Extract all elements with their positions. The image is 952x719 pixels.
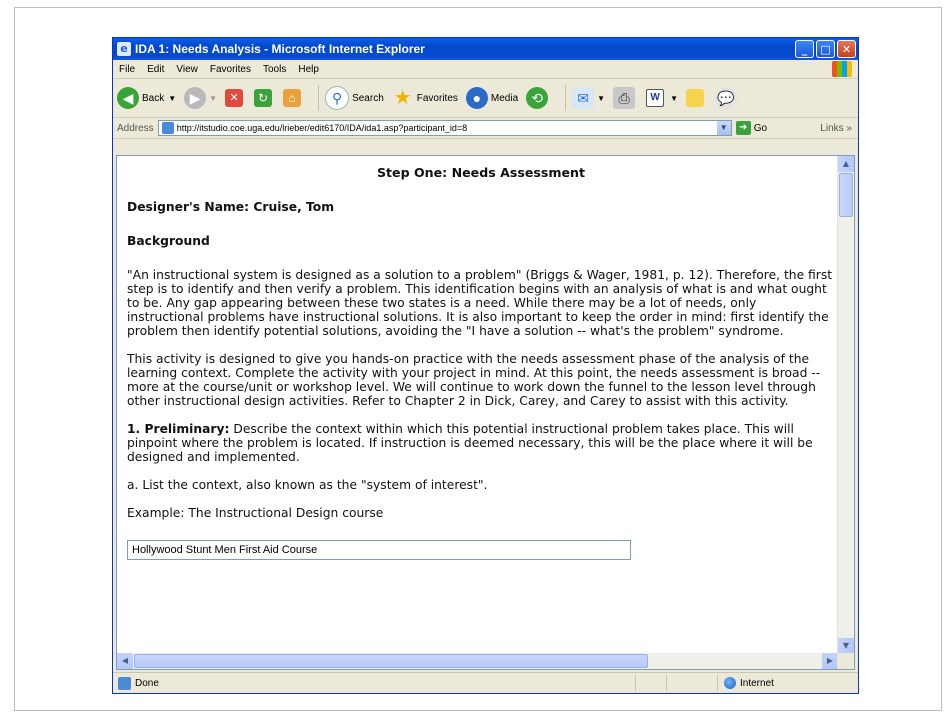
word-edit-icon: W: [646, 89, 665, 107]
messenger-button[interactable]: 💬: [714, 87, 740, 109]
ie-logo-icon: e: [117, 42, 131, 56]
status-cell: [665, 675, 697, 691]
context-input[interactable]: [127, 540, 631, 560]
internet-globe-icon: [724, 677, 736, 689]
favorites-button[interactable]: ★ Favorites: [392, 87, 458, 109]
page-viewport: Step One: Needs Assessment Designer's Na…: [116, 155, 855, 670]
horizontal-scrollbar[interactable]: ◀ ▶: [117, 653, 838, 669]
search-icon: ⚲: [325, 86, 350, 110]
page-title: Step One: Needs Assessment: [376, 165, 586, 180]
close-button[interactable]: ✕: [837, 40, 856, 58]
forward-dropdown-icon[interactable]: ▼: [209, 94, 217, 103]
address-input[interactable]: http://itstudio.coe.uga.edu/lrieber/edit…: [157, 120, 732, 136]
windows-logo-icon: [832, 61, 852, 77]
back-arrow-icon: ◀: [117, 87, 139, 109]
scroll-up-icon[interactable]: ▲: [838, 156, 854, 172]
menu-help[interactable]: Help: [292, 64, 325, 75]
toolbar-separator: [318, 85, 320, 111]
stop-button[interactable]: ✕: [225, 89, 246, 107]
vertical-scroll-thumb[interactable]: [839, 173, 853, 217]
address-bar: Address http://itstudio.coe.uga.edu/lrie…: [113, 118, 858, 139]
menu-favorites[interactable]: Favorites: [204, 64, 257, 75]
zone-label: Internet: [740, 677, 774, 689]
home-button[interactable]: ⌂: [283, 89, 304, 107]
preliminary-paragraph: 1. Preliminary: Describe the context wit…: [127, 422, 835, 464]
list-context-prompt: a. List the context, also known as the "…: [127, 478, 488, 492]
status-text: Done: [135, 677, 159, 689]
back-button[interactable]: ◀ Back ▼: [117, 87, 176, 109]
refresh-button[interactable]: ↻: [254, 89, 275, 107]
background-paragraph-2: This activity is designed to give you ha…: [127, 352, 821, 408]
scrollbar-corner: [837, 653, 854, 669]
go-label: Go: [753, 122, 768, 134]
forward-button[interactable]: ▶ ▼: [184, 87, 217, 109]
security-zone: Internet: [717, 675, 858, 691]
stop-icon: ✕: [225, 89, 244, 107]
address-label: Address: [117, 122, 154, 134]
media-label: Media: [490, 92, 519, 104]
maximize-button[interactable]: □: [816, 40, 835, 58]
star-icon: ★: [393, 87, 412, 109]
preliminary-text: Describe the context within which this p…: [127, 422, 813, 464]
background-heading: Background: [127, 234, 210, 248]
menu-bar: File Edit View Favorites Tools Help: [113, 60, 858, 79]
mail-icon: ✉: [572, 87, 595, 109]
status-cell: [634, 675, 666, 691]
forward-arrow-icon: ▶: [184, 87, 207, 109]
history-button[interactable]: ⟲: [526, 87, 551, 109]
window-title: IDA 1: Needs Analysis - Microsoft Intern…: [135, 42, 425, 56]
scroll-down-icon[interactable]: ▼: [838, 638, 854, 654]
go-button[interactable]: ➜ Go: [735, 121, 768, 135]
go-arrow-icon: ➜: [735, 121, 751, 135]
browser-window: e IDA 1: Needs Analysis - Microsoft Inte…: [112, 37, 859, 694]
home-icon: ⌂: [283, 89, 302, 107]
back-label: Back: [142, 92, 165, 104]
page-content: Step One: Needs Assessment Designer's Na…: [127, 166, 835, 560]
mail-dropdown-icon[interactable]: ▼: [597, 94, 605, 103]
address-url[interactable]: http://itstudio.coe.uga.edu/lrieber/edit…: [177, 123, 467, 133]
menu-tools[interactable]: Tools: [257, 64, 292, 75]
background-paragraph-1: "An instructional system is designed as …: [127, 268, 833, 338]
menu-file[interactable]: File: [113, 64, 141, 75]
print-button[interactable]: ⎙: [613, 87, 638, 109]
designer-name: Designer's Name: Cruise, Tom: [127, 200, 335, 214]
discuss-icon: [685, 89, 704, 107]
toolbar: ◀ Back ▼ ▶ ▼ ✕ ↻ ⌂ ⚲ Search ★ Favorites …: [113, 79, 858, 118]
address-dropdown-icon[interactable]: ▼: [716, 121, 731, 135]
history-icon: ⟲: [526, 87, 549, 109]
horizontal-scroll-thumb[interactable]: [134, 654, 648, 668]
example-text: Example: The Instructional Design course: [127, 506, 384, 520]
menu-edit[interactable]: Edit: [141, 64, 170, 75]
scroll-right-icon[interactable]: ▶: [822, 653, 838, 669]
minimize-button[interactable]: _: [795, 40, 814, 58]
edit-dropdown-icon[interactable]: ▼: [670, 94, 678, 103]
menu-view[interactable]: View: [170, 64, 204, 75]
favorites-label: Favorites: [416, 92, 458, 104]
search-button[interactable]: ⚲ Search: [325, 86, 384, 110]
print-icon: ⎙: [613, 87, 636, 109]
page-status-icon: [118, 676, 131, 690]
discuss-button[interactable]: [685, 89, 707, 107]
title-bar[interactable]: e IDA 1: Needs Analysis - Microsoft Inte…: [113, 38, 858, 60]
media-button[interactable]: ● Media: [465, 87, 519, 109]
refresh-icon: ↻: [254, 89, 273, 107]
links-label: Links: [820, 122, 844, 134]
links-button[interactable]: Links »: [820, 123, 852, 134]
media-globe-icon: ●: [465, 87, 488, 109]
status-bar: Done Internet: [113, 672, 858, 693]
toolbar-separator: [565, 85, 567, 111]
page-icon: [161, 122, 174, 134]
mail-button[interactable]: ✉ ▼: [572, 87, 605, 109]
search-label: Search: [352, 92, 384, 104]
back-dropdown-icon[interactable]: ▼: [168, 94, 176, 103]
scroll-left-icon[interactable]: ◀: [117, 653, 133, 669]
preliminary-label: 1. Preliminary:: [127, 422, 230, 436]
messenger-icon: 💬: [714, 87, 737, 109]
edit-button[interactable]: W ▼: [646, 89, 678, 107]
vertical-scrollbar[interactable]: ▲ ▼: [837, 156, 854, 654]
